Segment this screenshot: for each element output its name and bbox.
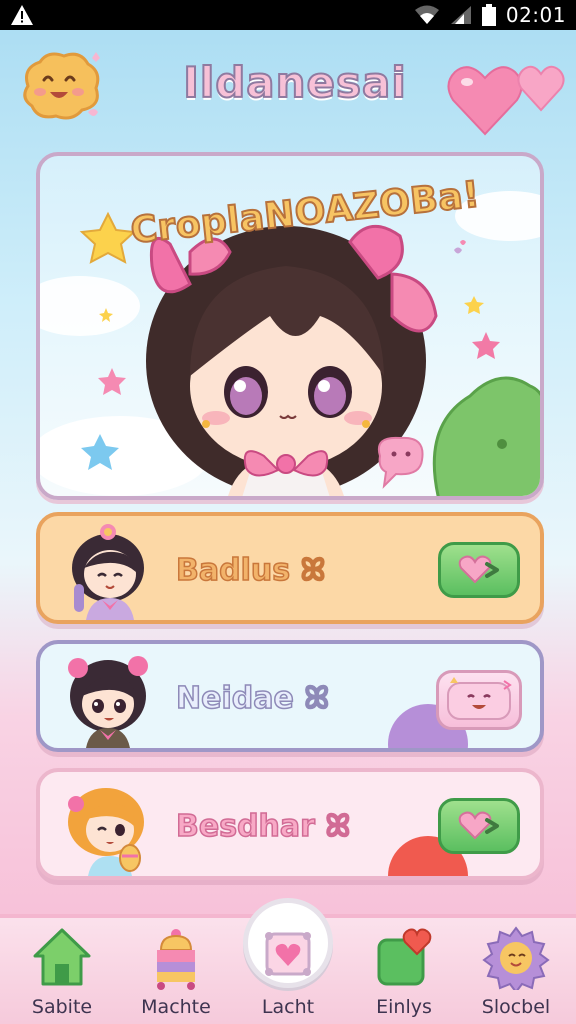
character-action-button[interactable]: [438, 798, 520, 854]
bottom-navigation: Sabite Machte Lacht Einlys Slocbel: [0, 898, 576, 1024]
character-card-1[interactable]: Badlus ꕤ: [36, 512, 544, 624]
character-avatar: [68, 656, 148, 748]
heart-arrow-icon: [458, 555, 499, 584]
wifi-icon: [414, 5, 439, 24]
signal-icon: [450, 6, 471, 24]
character-name: Besdhar ꕤ: [175, 808, 351, 845]
featured-character-card[interactable]: CroplaNOAZOBa!: [36, 152, 544, 500]
status-time: 02:01: [505, 3, 566, 27]
nav-item-machte[interactable]: Machte: [126, 924, 226, 1024]
nav-label: Einlys: [376, 996, 432, 1018]
character-card-3[interactable]: Besdhar ꕤ: [36, 768, 544, 880]
nav-label: Machte: [141, 996, 211, 1018]
app-title: Ildanesai: [182, 57, 407, 108]
status-bar: 02:01: [0, 0, 576, 30]
heart-badge-icon: [377, 928, 432, 986]
battery-icon: [481, 4, 496, 26]
warning-triangle-icon: [11, 5, 33, 25]
character-action-button[interactable]: [436, 670, 522, 730]
sun-face-icon: [482, 926, 550, 990]
character-avatar: [72, 524, 144, 620]
nav-item-slocbel[interactable]: Slocbel: [466, 924, 566, 1024]
character-avatar: [68, 788, 144, 876]
heart-pillow-icon: [265, 932, 311, 976]
bell-cake-icon: [157, 929, 195, 990]
character-name: Badlus ꕤ: [175, 552, 326, 589]
nav-label: Slocbel: [481, 996, 551, 1018]
nav-item-sabite[interactable]: Sabite: [12, 924, 112, 1024]
character-card-2[interactable]: Neidae ꕤ: [36, 640, 544, 752]
heart-arrow-icon: [458, 811, 499, 840]
app-header: Ildanesai: [0, 30, 576, 145]
hearts-icon[interactable]: [445, 48, 570, 138]
nav-item-einlys[interactable]: Einlys: [354, 924, 454, 1024]
smiling-cookie-icon[interactable]: [18, 48, 104, 124]
happy-pillow-icon: [447, 677, 512, 720]
nav-label: Sabite: [31, 996, 93, 1018]
character-name: Neidae ꕤ: [175, 680, 330, 717]
nav-item-lacht[interactable]: Lacht: [238, 924, 338, 1024]
nav-label: Lacht: [261, 996, 315, 1018]
character-action-button[interactable]: [438, 542, 520, 598]
home-icon: [33, 928, 91, 986]
